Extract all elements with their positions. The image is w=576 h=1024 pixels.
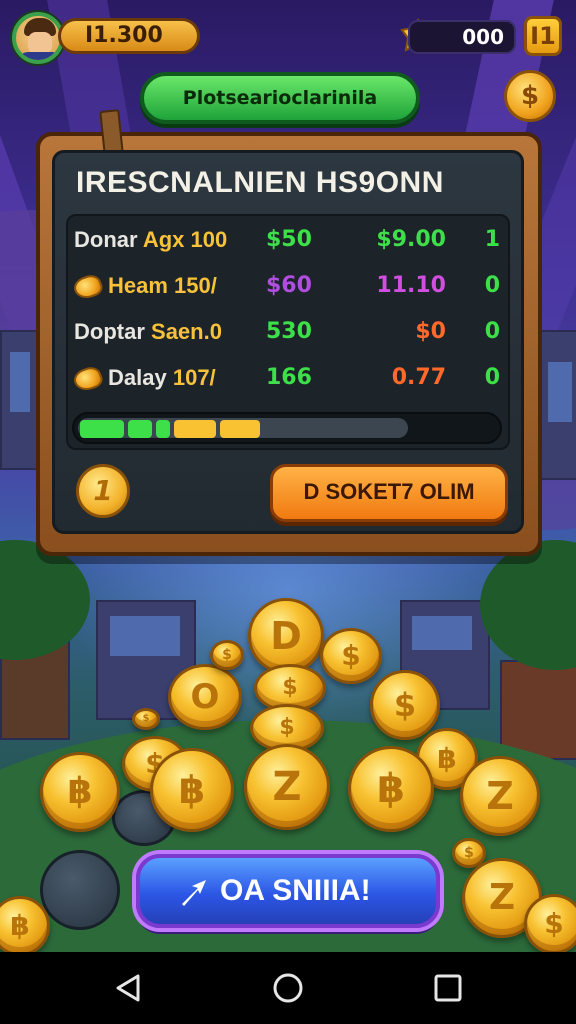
coin	[132, 708, 160, 730]
row-name: Doptar	[74, 319, 145, 344]
coin-balance: I1.300	[58, 18, 200, 54]
table-row[interactable]: Donar Agx 100 $50 $9.00 1	[66, 220, 510, 260]
shop-coin-button[interactable]: $	[504, 70, 556, 122]
coin-icon	[71, 272, 105, 303]
coin	[40, 752, 120, 832]
arrow-icon	[182, 880, 206, 906]
row-value-2: $9.00	[376, 227, 446, 252]
player-avatar[interactable]	[12, 12, 64, 64]
row-value-1: 166	[266, 365, 312, 390]
row-name-value: Saen.0	[151, 319, 222, 344]
bg-tree	[480, 540, 576, 670]
row-name: Dalay	[108, 365, 167, 390]
back-icon[interactable]	[106, 966, 150, 1010]
row-name-value: Agx 100	[142, 227, 228, 252]
bg-building	[0, 330, 40, 470]
coin	[168, 664, 242, 730]
gem-counter: 000	[408, 20, 516, 54]
row-value-2: 11.10	[376, 273, 446, 298]
bg-tree	[0, 540, 90, 660]
coin	[210, 640, 244, 670]
coin	[370, 670, 440, 740]
coin	[0, 896, 50, 956]
dark-coin	[40, 850, 120, 930]
coin	[348, 746, 434, 832]
row-name: Donar	[74, 227, 138, 252]
row-value-1: 530	[266, 319, 312, 344]
coin-icon	[71, 364, 105, 395]
coin	[524, 894, 576, 954]
board-title: IRESCNALNIEN HS9ONN	[76, 166, 444, 199]
coin	[244, 744, 330, 830]
progress-segment	[128, 420, 152, 438]
row-name-value: Heam 150/	[108, 273, 217, 298]
coin	[460, 756, 540, 836]
progress-bar	[72, 412, 502, 444]
recents-icon[interactable]	[426, 966, 470, 1010]
bg-building	[540, 330, 576, 480]
row-value-1: $60	[266, 273, 312, 298]
coin-reward-button[interactable]: 1	[76, 464, 130, 518]
coin	[248, 598, 324, 674]
row-value-3: 0	[484, 273, 500, 298]
play-cta-button[interactable]: OA SNIIIA!	[136, 854, 440, 928]
row-value-2: 0.77	[391, 365, 446, 390]
system-nav-bar	[0, 952, 576, 1024]
row-value-2: $0	[415, 319, 446, 344]
table-row[interactable]: Doptar Saen.0 530 $0 0	[66, 312, 510, 352]
top-banner-button[interactable]: Plotsearioclarinila	[140, 72, 420, 124]
bg-house	[500, 660, 576, 760]
board-action-button[interactable]: D SOKET7 OLIM	[270, 464, 508, 522]
coin	[150, 748, 234, 832]
table-row[interactable]: Dalay 107/ 166 0.77 0	[66, 358, 510, 398]
progress-segment	[174, 420, 216, 438]
cta-label: OA SNIIIA!	[220, 874, 371, 907]
row-value-1: $50	[266, 227, 312, 252]
home-icon[interactable]	[266, 966, 310, 1010]
progress-segment	[80, 420, 124, 438]
row-value-3: 0	[484, 365, 500, 390]
row-value-3: 0	[484, 319, 500, 344]
row-name-value: 107/	[172, 365, 216, 390]
table-row[interactable]: Heam 150/ $60 11.10 0	[66, 266, 510, 306]
row-value-3: 1	[484, 227, 500, 252]
progress-segment	[156, 420, 170, 438]
progress-segment	[220, 420, 260, 438]
pause-button[interactable]: I1	[524, 16, 562, 56]
